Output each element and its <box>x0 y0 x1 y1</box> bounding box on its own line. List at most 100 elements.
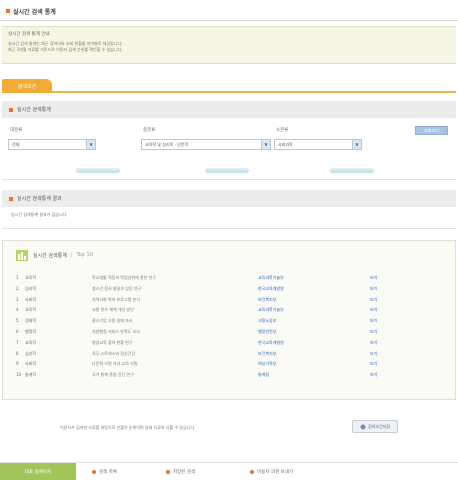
chevron-down-icon: ▼ <box>86 140 95 149</box>
rank-view-link[interactable]: 보기 <box>370 318 377 324</box>
rank-view-link[interactable]: 보기 <box>370 329 377 335</box>
bottom-link-label: 저장된 검색 <box>173 469 196 475</box>
rank-view-link[interactable]: 보기 <box>370 307 377 313</box>
save-conditions-button[interactable]: 검색조건저장 <box>352 420 398 433</box>
table-row: 3 사회학 지역사회 복지 프로그램 분석 보건복지부 보기 <box>16 297 396 305</box>
connector-pill <box>205 168 249 173</box>
rank-title[interactable]: 지역사회 복지 프로그램 분석 <box>92 297 140 303</box>
tab-search-conditions[interactable]: 검색조건 <box>2 79 52 93</box>
page-title-text: 실시간 검색 통계 <box>13 8 56 16</box>
rank-category: 교육학 <box>25 275 37 280</box>
bottom-link-search-list[interactable]: 검색 목록 <box>92 463 117 480</box>
detail-select[interactable]: 사회과학 ▼ <box>274 139 362 150</box>
search-button[interactable]: 조회하기 <box>415 126 448 135</box>
rank-number: 9 <box>16 361 19 367</box>
rank-title[interactable]: 교원 연수 체계 개선 방안 <box>92 307 134 313</box>
notice-box: 실시간 검색 통계 안내 실시간 검색 통계는 최근 검색어와 조회 현황을 분… <box>2 26 456 64</box>
rank-title[interactable]: 국가 통계 품질 진단 연구 <box>92 372 134 378</box>
subcategory-select-value: 교육학 및 심리학 · 인문학 <box>145 141 189 147</box>
rank-category: 행정학 <box>25 329 37 334</box>
rank-view-link[interactable]: 보기 <box>370 275 377 281</box>
rank-view-link[interactable]: 보기 <box>370 297 377 303</box>
ranking-title: 실시간 검색통계 <box>33 252 67 259</box>
ranking-subtitle: Top 10 <box>76 252 93 258</box>
rank-category: 교육학 <box>25 339 37 345</box>
field-label-category: 대분류 <box>10 128 23 133</box>
rank-view-link[interactable]: 보기 <box>370 340 377 346</box>
ranking-header: 실시간 검색통계 | Top 10 <box>15 248 93 262</box>
rank-number: 4 <box>16 307 19 313</box>
separator: | <box>70 252 73 258</box>
result-panel: 실시간 검색통계 결과가 없습니다. <box>2 207 456 229</box>
chevron-down-icon: ▼ <box>261 140 270 149</box>
filter-panel-title: 실시간 검색통계 <box>17 107 51 113</box>
result-panel-title: 실시간 검색통계 결과 <box>17 196 62 202</box>
rank-view-link[interactable]: 보기 <box>370 286 377 292</box>
tab-bar: 검색조건 <box>2 79 456 93</box>
table-row: 4 교육학 교원 연수 체계 개선 방안 교육과학기술부 보기 <box>16 307 396 315</box>
bottom-link-label: 이용자 의견 보내기 <box>257 469 293 475</box>
chart-book-icon <box>15 248 29 262</box>
rank-title[interactable]: 직무 스트레스와 정신건강 <box>92 351 135 357</box>
bullet-icon <box>166 469 170 474</box>
rank-title[interactable]: 청소년 정서 발달과 상담 연구 <box>92 286 141 292</box>
rank-number: 2 <box>16 285 19 291</box>
rank-category: 심리학 <box>25 285 37 291</box>
rank-title[interactable]: 다문화 가정 자녀 교육 지원 <box>92 361 138 367</box>
bottom-bar: 대표 홈페이지 검색 목록 저장된 검색 이용자 의견 보내기 <box>0 462 458 480</box>
rank-view-link[interactable]: 보기 <box>370 372 377 378</box>
rank-number: 8 <box>16 350 19 356</box>
rank-view-link[interactable]: 보기 <box>370 351 377 357</box>
bullet-icon <box>92 469 96 474</box>
rank-title[interactable]: 학교생활 적응과 학업성취에 관한 연구 <box>92 275 156 281</box>
rank-number: 5 <box>16 318 19 324</box>
table-row: 5 경제학 중소기업 고용 실태 조사 고용노동부 보기 <box>16 318 396 326</box>
rank-organization[interactable]: 보건복지부 <box>258 351 276 357</box>
bottom-link-saved-search[interactable]: 저장된 검색 <box>166 463 195 480</box>
result-panel-header: 실시간 검색통계 결과 <box>2 190 456 207</box>
rank-organization[interactable]: 보건복지부 <box>258 297 276 303</box>
rank-title[interactable]: 지방행정 서비스 만족도 조사 <box>92 329 140 335</box>
rank-category: 교육학 <box>25 307 37 313</box>
page-title: 실시간 검색 통계 <box>6 5 56 17</box>
chevron-down-icon: ▼ <box>352 140 361 149</box>
bullet-icon <box>250 469 254 474</box>
connector-pill <box>330 168 374 173</box>
bottom-link-feedback[interactable]: 이용자 의견 보내기 <box>250 463 293 480</box>
rank-category: 심리학 <box>25 350 37 356</box>
rank-category: 사회학 <box>25 296 37 302</box>
rank-title[interactable]: 중소기업 고용 실태 조사 <box>92 318 133 324</box>
rank-organization[interactable]: 통계청 <box>258 372 269 378</box>
footer-note: 이용자가 검색한 자료를 바탕으로 산출된 순위이며 실제 자료와 다를 수 있… <box>60 425 196 430</box>
home-button[interactable]: 대표 홈페이지 <box>0 463 76 480</box>
subcategory-select[interactable]: 교육학 및 심리학 · 인문학 ▼ <box>141 139 271 150</box>
detail-select-value: 사회과학 <box>278 141 293 147</box>
save-icon <box>360 424 366 429</box>
rank-organization[interactable]: 교육과학기술부 <box>258 275 284 281</box>
rank-category: 경제학 <box>25 318 37 324</box>
category-select[interactable]: 전체 ▼ <box>8 139 96 150</box>
rank-category: 사회학 <box>25 361 37 367</box>
save-conditions-label: 검색조건저장 <box>367 423 391 429</box>
rank-title[interactable]: 평생교육 참여 현황 연구 <box>92 340 133 346</box>
rank-category: 통계학 <box>25 372 37 378</box>
rank-organization[interactable]: 여성가족부 <box>258 361 276 367</box>
rank-organization[interactable]: 교육과학기술부 <box>258 307 284 313</box>
table-row: 6 행정학 지방행정 서비스 만족도 조사 행정안전부 보기 <box>16 329 396 337</box>
rank-number: 6 <box>16 329 19 334</box>
rank-view-link[interactable]: 보기 <box>370 361 377 367</box>
table-row: 1 교육학 학교생활 적응과 학업성취에 관한 연구 교육과학기술부 보기 <box>16 275 396 283</box>
rank-organization[interactable]: 한국교육개발원 <box>258 340 284 346</box>
title-bullet-icon <box>6 9 10 13</box>
rank-organization[interactable]: 한국교육개발원 <box>258 286 284 292</box>
rank-organization[interactable]: 고용노동부 <box>258 318 276 324</box>
filter-panel-header: 실시간 검색통계 <box>2 101 456 118</box>
rank-number: 1 <box>16 275 19 280</box>
table-row: 2 심리학 청소년 정서 발달과 상담 연구 한국교육개발원 보기 <box>16 286 396 294</box>
bullet-icon <box>9 107 13 112</box>
bottom-link-label: 검색 목록 <box>99 469 117 475</box>
notice-title: 실시간 검색 통계 안내 <box>8 32 50 37</box>
rank-organization[interactable]: 행정안전부 <box>258 329 276 335</box>
rank-number: 3 <box>16 296 19 302</box>
result-message: 실시간 검색통계 결과가 없습니다. <box>11 212 68 217</box>
